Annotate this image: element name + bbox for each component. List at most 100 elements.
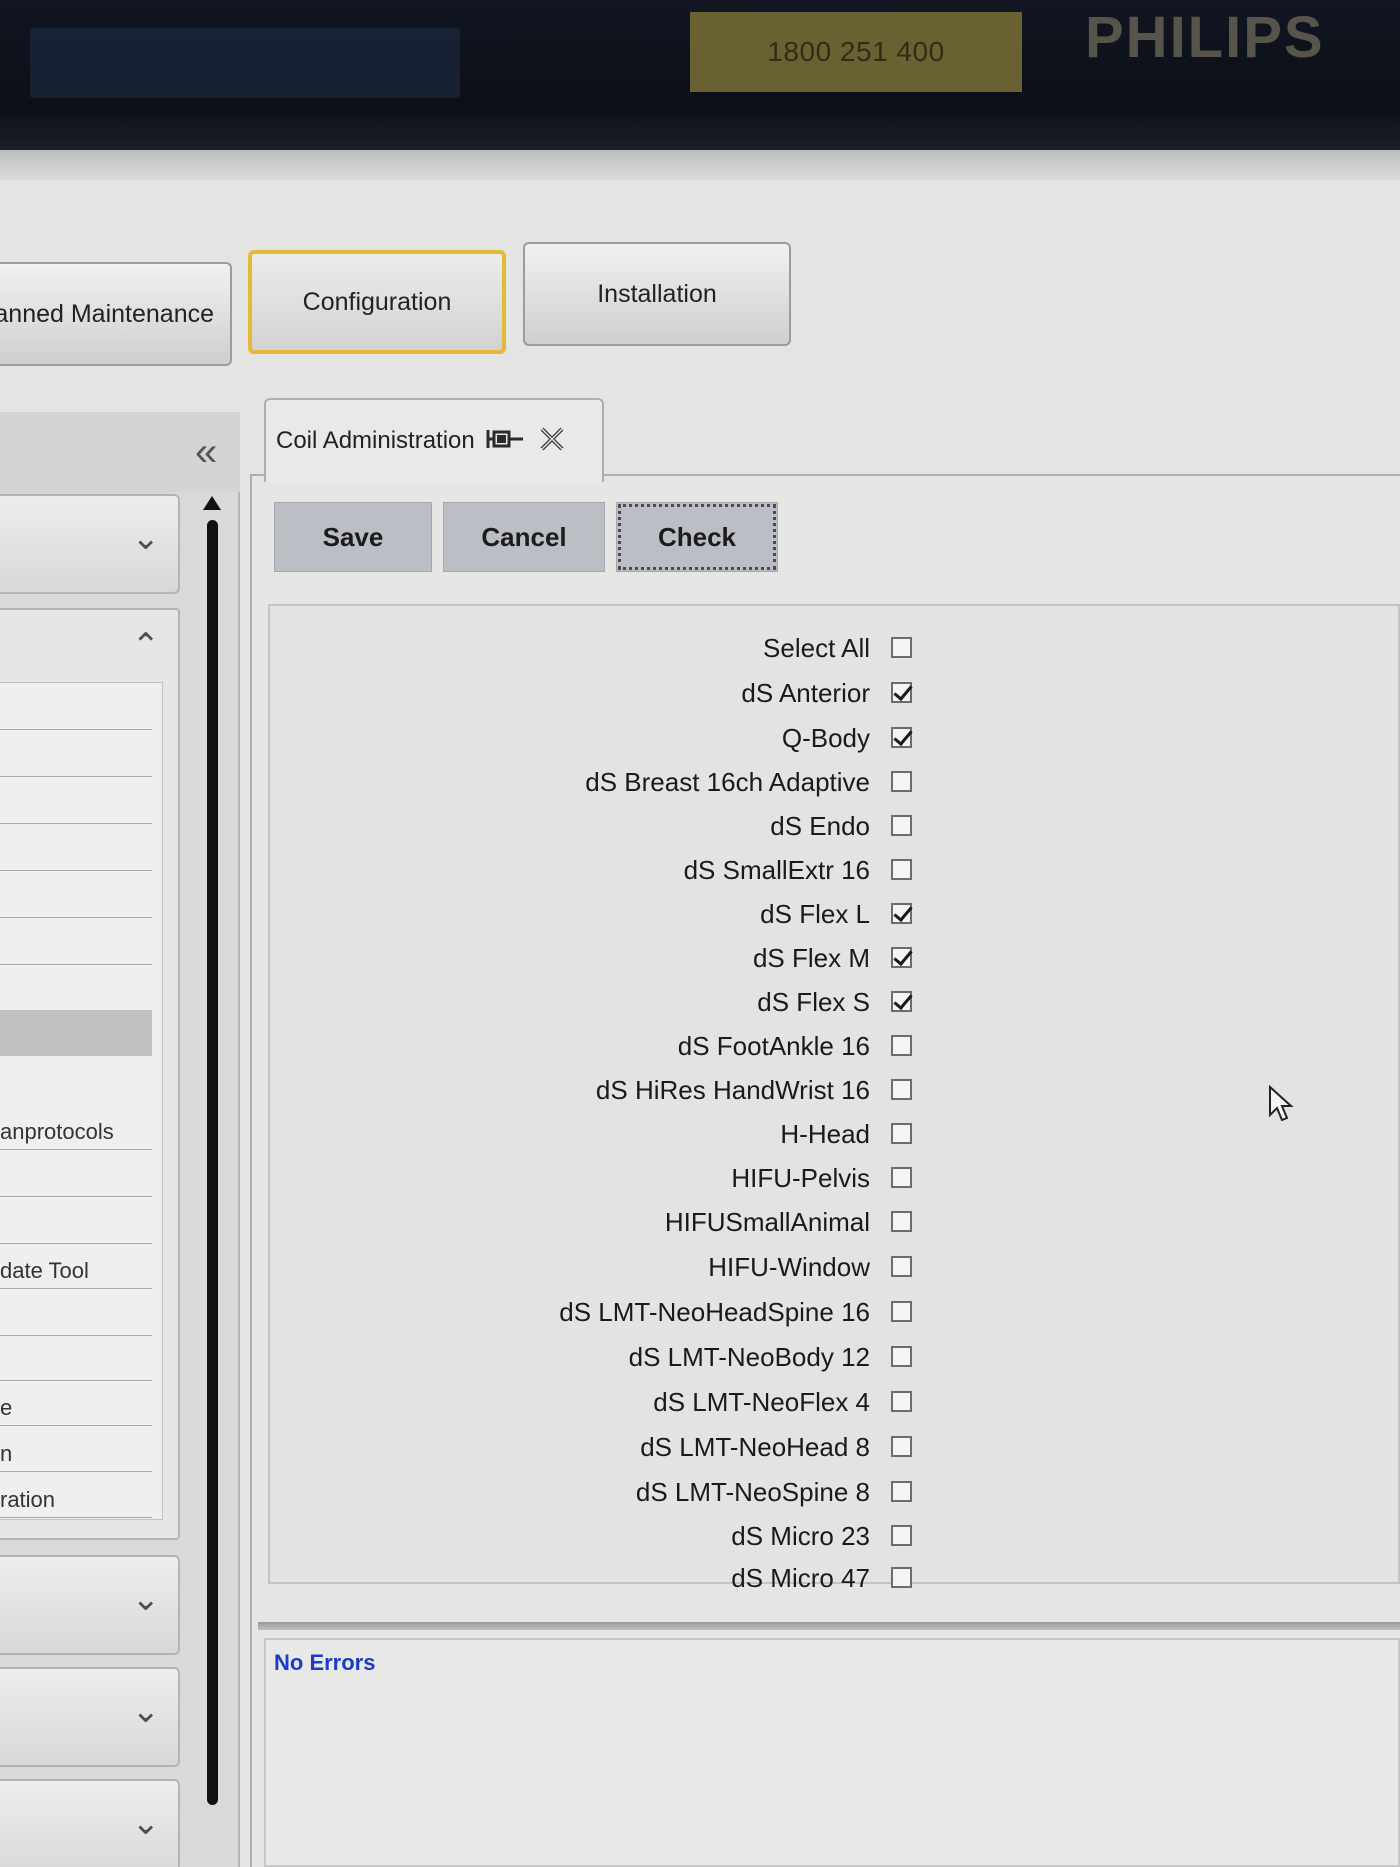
- chevron-down-icon: ⌄: [131, 519, 161, 557]
- coil-checkbox[interactable]: [891, 1525, 912, 1546]
- nav-item[interactable]: e: [0, 1380, 152, 1426]
- status-panel: [264, 1638, 1400, 1867]
- nav-item[interactable]: [0, 684, 152, 730]
- coil-row[interactable]: dS LMT-NeoSpine 8: [270, 1472, 970, 1512]
- coil-label: Q-Body: [781, 723, 870, 753]
- tab-planned-maintenance[interactable]: lanned Maintenance: [0, 262, 232, 366]
- coil-checkbox[interactable]: [891, 815, 912, 836]
- coil-row[interactable]: dS LMT-NeoBody 12: [270, 1337, 970, 1377]
- tab-configuration[interactable]: Configuration: [248, 250, 506, 354]
- coil-label: HIFU-Window: [708, 1252, 870, 1282]
- coil-label: dS FootAnkle 16: [677, 1031, 870, 1061]
- coil-label: dS Micro 47: [731, 1563, 870, 1593]
- coil-checkbox[interactable]: [891, 682, 912, 703]
- nav-item[interactable]: [0, 1335, 152, 1381]
- collapse-panel-icon[interactable]: «: [195, 432, 217, 472]
- coil-row[interactable]: dS Breast 16ch Adaptive: [270, 762, 970, 802]
- coil-checkbox[interactable]: [891, 859, 912, 880]
- coil-row[interactable]: dS Flex L: [270, 894, 970, 934]
- tab-installation[interactable]: Installation: [523, 242, 791, 346]
- nav-item[interactable]: [0, 778, 152, 824]
- coil-row[interactable]: dS Anterior: [270, 673, 970, 713]
- nav-item[interactable]: [0, 919, 152, 965]
- coil-label: dS LMT-NeoBody 12: [628, 1342, 870, 1372]
- coil-row[interactable]: dS Micro 47: [270, 1558, 970, 1598]
- scrollbar[interactable]: [207, 520, 218, 1805]
- coil-row[interactable]: Q-Body: [270, 718, 970, 758]
- coil-checkbox[interactable]: [891, 1481, 912, 1502]
- nav-group-collapsed-2[interactable]: ⌄: [0, 1555, 180, 1655]
- nav-group-collapsed-4[interactable]: ⌄: [0, 1779, 180, 1867]
- nav-item[interactable]: [0, 872, 152, 918]
- coil-row[interactable]: H-Head: [270, 1114, 970, 1154]
- scroll-up-arrow-icon[interactable]: [203, 496, 221, 510]
- coil-checkbox[interactable]: [891, 771, 912, 792]
- coil-checkbox[interactable]: [891, 727, 912, 748]
- close-icon[interactable]: [537, 424, 567, 458]
- coil-row[interactable]: dS Flex S: [270, 982, 970, 1022]
- coil-label: dS LMT-NeoFlex 4: [653, 1387, 870, 1417]
- cancel-button[interactable]: Cancel: [443, 502, 605, 572]
- coil-row[interactable]: HIFUSmallAnimal: [270, 1202, 970, 1242]
- pin-icon[interactable]: [485, 426, 527, 456]
- nav-item[interactable]: [0, 1198, 152, 1244]
- coil-checkbox[interactable]: [891, 1391, 912, 1412]
- coil-row[interactable]: dS LMT-NeoHeadSpine 16: [270, 1292, 970, 1332]
- coil-row[interactable]: dS Endo: [270, 806, 970, 846]
- check-button[interactable]: Check: [616, 502, 778, 572]
- nav-item-selected[interactable]: [0, 1010, 152, 1056]
- select-all-checkbox[interactable]: [891, 637, 912, 658]
- coil-checkbox[interactable]: [891, 947, 912, 968]
- coil-row[interactable]: HIFU-Pelvis: [270, 1158, 970, 1198]
- coil-row[interactable]: dS FootAnkle 16: [270, 1026, 970, 1066]
- coil-checkbox[interactable]: [891, 1079, 912, 1100]
- coil-checkbox[interactable]: [891, 1567, 912, 1588]
- coil-row[interactable]: dS LMT-NeoHead 8: [270, 1427, 970, 1467]
- coil-label: dS HiRes HandWrist 16: [595, 1075, 870, 1105]
- coil-row[interactable]: dS LMT-NeoFlex 4: [270, 1382, 970, 1422]
- coil-row[interactable]: dS HiRes HandWrist 16: [270, 1070, 970, 1110]
- coil-checkbox[interactable]: [891, 1301, 912, 1322]
- coil-row[interactable]: HIFU-Window: [270, 1247, 970, 1287]
- coil-label: dS Breast 16ch Adaptive: [585, 767, 870, 797]
- coil-label: dS Anterior: [741, 678, 870, 708]
- coil-label: dS LMT-NeoSpine 8: [635, 1477, 870, 1507]
- coil-checkbox[interactable]: [891, 903, 912, 924]
- coil-label: Select All: [763, 633, 870, 663]
- coil-row[interactable]: Select All: [270, 628, 970, 668]
- coil-checkbox[interactable]: [891, 1256, 912, 1277]
- nav-group-collapsed-1[interactable]: ⌄: [0, 494, 180, 594]
- tab-coil-administration[interactable]: Coil Administration: [264, 398, 604, 482]
- nav-item-update-tool[interactable]: date Tool: [0, 1243, 152, 1289]
- save-button[interactable]: Save: [274, 502, 432, 572]
- coil-row[interactable]: dS Micro 23: [270, 1516, 970, 1556]
- nav-item[interactable]: n: [0, 1426, 152, 1472]
- coil-row[interactable]: dS SmallExtr 16: [270, 850, 970, 890]
- coil-label: dS LMT-NeoHeadSpine 16: [559, 1297, 870, 1327]
- coil-checkbox[interactable]: [891, 1167, 912, 1188]
- nav-group-collapsed-3[interactable]: ⌄: [0, 1667, 180, 1767]
- header-field: [30, 28, 460, 98]
- nav-item-scanprotocols[interactable]: anprotocols: [0, 1104, 152, 1150]
- nav-item[interactable]: [0, 1151, 152, 1197]
- chevron-down-icon: ⌄: [131, 1692, 161, 1730]
- coil-checkbox[interactable]: [891, 1346, 912, 1367]
- screen-edge: [0, 150, 1400, 180]
- coil-checkbox[interactable]: [891, 991, 912, 1012]
- chevron-down-icon: ⌄: [131, 1804, 161, 1842]
- nav-item[interactable]: [0, 966, 152, 1012]
- coil-checkbox[interactable]: [891, 1035, 912, 1056]
- nav-item[interactable]: [0, 731, 152, 777]
- coil-checkbox[interactable]: [891, 1211, 912, 1232]
- coil-label: HIFU-Pelvis: [731, 1163, 870, 1193]
- coil-label: HIFUSmallAnimal: [664, 1207, 870, 1237]
- nav-item-configuration[interactable]: ration: [0, 1472, 152, 1518]
- coil-checkbox[interactable]: [891, 1436, 912, 1457]
- coil-row[interactable]: dS Flex M: [270, 938, 970, 978]
- chevron-up-icon[interactable]: ⌃: [132, 626, 161, 666]
- chevron-down-icon: ⌄: [131, 1580, 161, 1618]
- status-separator: [258, 1622, 1400, 1630]
- coil-checkbox[interactable]: [891, 1123, 912, 1144]
- nav-item[interactable]: [0, 825, 152, 871]
- nav-item[interactable]: [0, 1290, 152, 1336]
